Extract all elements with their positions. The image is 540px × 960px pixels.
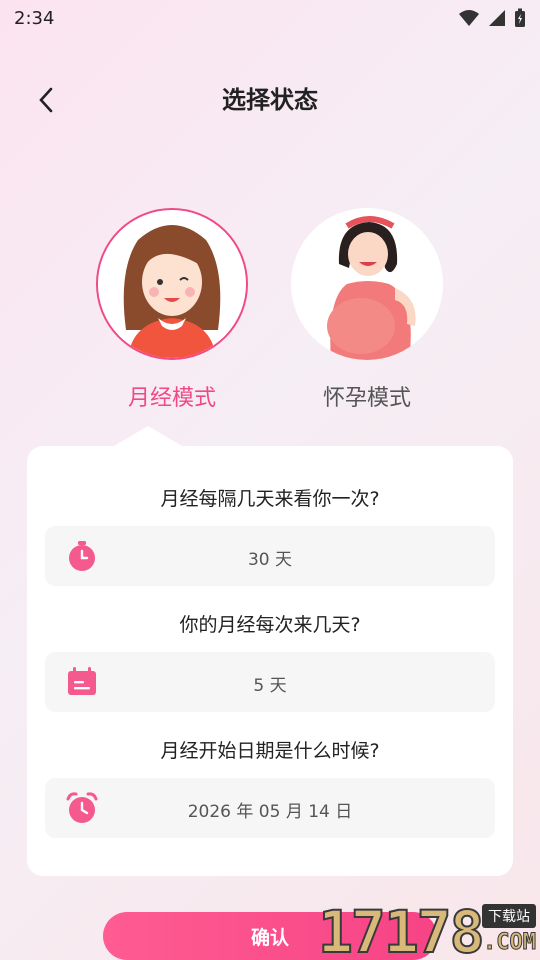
pregnant-woman-illustration	[291, 208, 443, 360]
signal-icon	[489, 10, 505, 26]
site-watermark: 17178 下载站 .COM	[317, 897, 540, 960]
mode-menstrual-label: 月经模式	[127, 386, 216, 411]
mode-pregnancy-option[interactable]: 怀孕模式	[287, 208, 447, 412]
watermark-digits: 17178	[317, 897, 486, 960]
start-date-field[interactable]: 2026 年 05 月 14 日	[45, 778, 495, 838]
period-duration-value: 5 天	[253, 676, 287, 696]
header: 选择状态	[0, 70, 540, 126]
page-title: 选择状态	[222, 86, 318, 114]
watermark-tag: 下载站	[482, 904, 536, 928]
start-date-question: 月经开始日期是什么时候?	[160, 740, 380, 762]
status-icons	[458, 8, 526, 28]
settings-card: 月经每隔几天来看你一次? 30 天 你的月经每次来几天? 5 天 月经开始日期是…	[27, 446, 513, 876]
mode-pregnancy-label: 怀孕模式	[322, 386, 411, 411]
pregnancy-avatar	[291, 208, 443, 360]
cycle-question: 月经每隔几天来看你一次?	[160, 488, 380, 510]
duration-question: 你的月经每次来几天?	[179, 614, 361, 636]
period-duration-field[interactable]: 5 天	[45, 652, 495, 712]
watermark-suffix: .COM	[483, 930, 537, 956]
cycle-length-field[interactable]: 30 天	[45, 526, 495, 586]
start-date-value: 2026 年 05 月 14 日	[187, 802, 353, 822]
cycle-length-value: 30 天	[247, 550, 293, 570]
card-pointer	[114, 426, 182, 446]
battery-icon	[515, 8, 525, 27]
girl-illustration	[98, 210, 246, 358]
menstrual-avatar	[96, 208, 248, 360]
status-time: 2:34	[14, 7, 55, 29]
mode-menstrual-option[interactable]: 月经模式	[92, 208, 252, 412]
wifi-icon	[459, 10, 479, 26]
status-bar: 2:34	[0, 0, 540, 36]
